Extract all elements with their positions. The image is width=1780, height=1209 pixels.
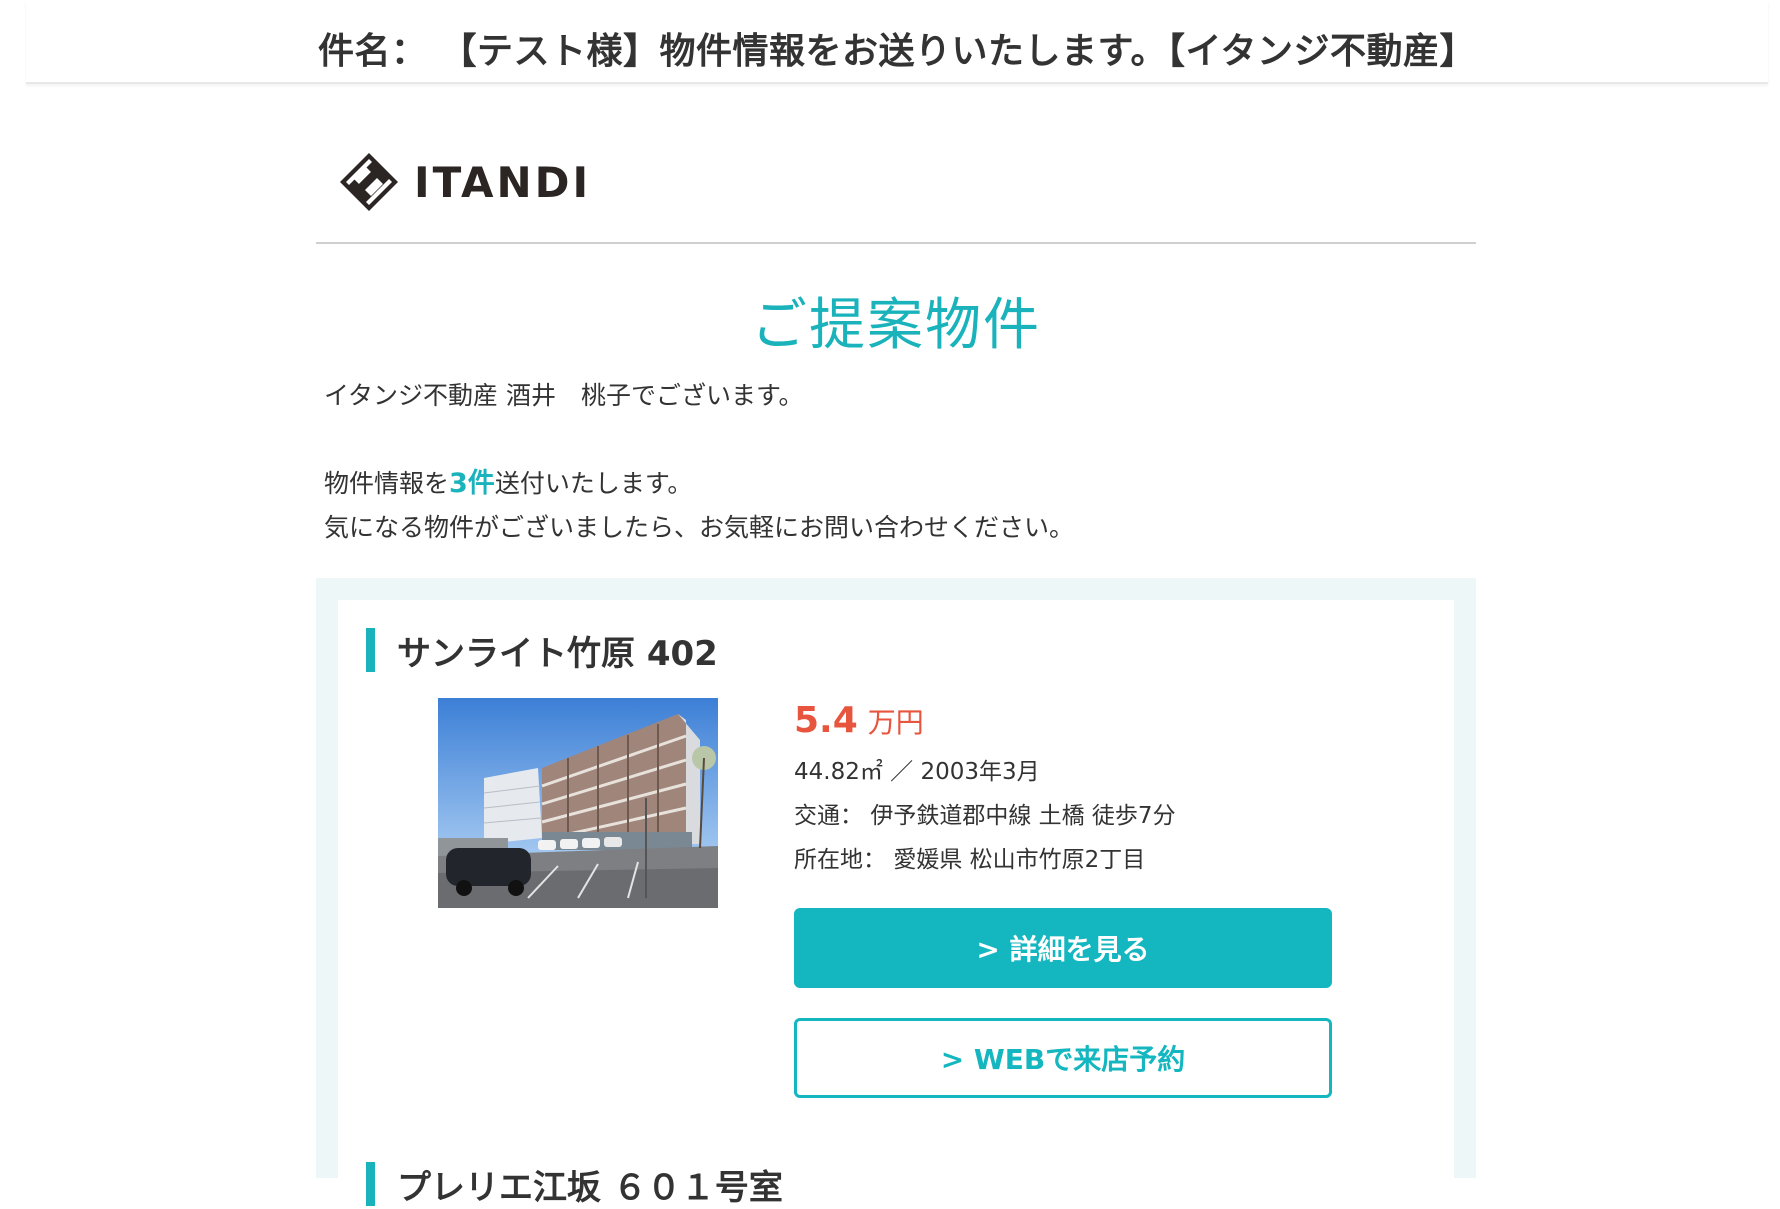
email-subject: 件名： 【テスト様】物件情報をお送りいたします。【イタンジ不動産】 bbox=[26, 22, 1768, 74]
view-details-button[interactable]: > 詳細を見る bbox=[794, 908, 1332, 988]
itandi-logo: ITANDI bbox=[338, 152, 591, 212]
count-line-before: 物件情報を bbox=[324, 469, 450, 498]
access-label: 交通： bbox=[794, 803, 863, 829]
address-info: 所在地： 愛媛県 松山市竹原2丁目 bbox=[794, 838, 1334, 882]
subject-value: 【テスト様】物件情報をお送りいたします。【イタンジ不動産】 bbox=[440, 31, 1477, 72]
building-photo-image bbox=[438, 698, 718, 908]
property-count: 3件 bbox=[449, 468, 495, 499]
access-value: 伊予鉄道郡中線 土橋 徒歩7分 bbox=[870, 803, 1176, 829]
property-details: 5.4 万円 44.82㎡ ／ 2003年3月 交通： 伊予鉄道郡中線 土橋 徒… bbox=[794, 700, 1334, 1098]
rent-price: 5.4 bbox=[794, 700, 858, 741]
property-title-2: プレリエ江坂 ６０１号室 bbox=[366, 1162, 783, 1208]
access-info: 交通： 伊予鉄道郡中線 土橋 徒歩7分 bbox=[794, 794, 1334, 838]
count-line: 物件情報を3件送付いたします。 bbox=[324, 462, 1074, 506]
address-value: 愛媛県 松山市竹原2丁目 bbox=[893, 847, 1146, 873]
property-card: サンライト竹原 402 5.4 万円 44.82㎡ ／ 2003年3月 交通： … bbox=[338, 600, 1454, 1208]
section-title: ご提案物件 bbox=[751, 293, 1041, 358]
intro-text: イタンジ不動産 酒井 桃子でございます。 物件情報を3件送付いたします。 気にな… bbox=[324, 374, 1074, 550]
address-label: 所在地： bbox=[794, 847, 886, 873]
title-accent-bar bbox=[366, 1162, 375, 1206]
invitation-line: 気になる物件がございましたら、お気軽にお問い合わせください。 bbox=[324, 513, 1075, 542]
price-row: 5.4 万円 bbox=[794, 700, 1334, 750]
greeting-line: イタンジ不動産 酒井 桃子でございます。 bbox=[324, 381, 804, 410]
rent-unit: 万円 bbox=[867, 706, 924, 739]
web-reservation-button[interactable]: > WEBで来店予約 bbox=[794, 1018, 1332, 1098]
subject-label: 件名： bbox=[317, 31, 428, 72]
email-subject-bar: 件名： 【テスト様】物件情報をお送りいたします。【イタンジ不動産】 bbox=[26, 0, 1768, 84]
itandi-logo-mark-icon bbox=[340, 153, 398, 211]
property-title: サンライト竹原 402 bbox=[366, 628, 718, 674]
count-line-after: 送付いたします。 bbox=[494, 469, 693, 498]
title-accent-bar bbox=[366, 628, 375, 672]
header-divider bbox=[316, 242, 1476, 244]
property-photo[interactable] bbox=[438, 698, 718, 908]
area-built-date: 44.82㎡ ／ 2003年3月 bbox=[794, 759, 1040, 785]
property-name-2: プレリエ江坂 ６０１号室 bbox=[397, 1167, 783, 1208]
logo-wordmark: ITANDI bbox=[414, 157, 592, 207]
property-list-panel: サンライト竹原 402 5.4 万円 44.82㎡ ／ 2003年3月 交通： … bbox=[316, 578, 1476, 1208]
property-name: サンライト竹原 402 bbox=[397, 633, 718, 674]
